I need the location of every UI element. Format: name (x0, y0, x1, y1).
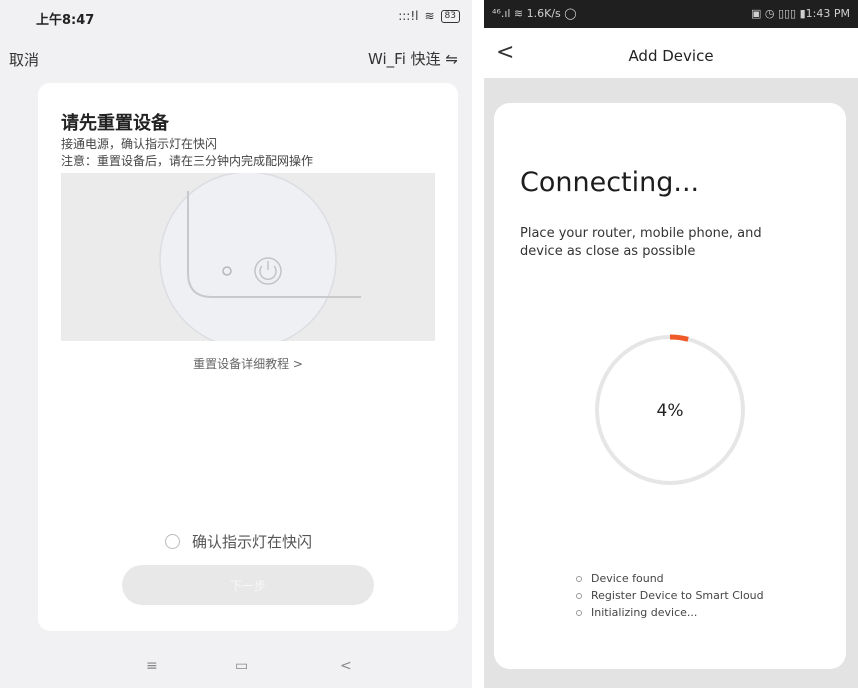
next-step-button[interactable]: 下一步 (122, 565, 374, 605)
page-title: Add Device (628, 47, 714, 65)
connecting-card: Connecting... Place your router, mobile … (494, 103, 846, 669)
confirm-indicator-checkbox[interactable]: 确认指示灯在快闪 (165, 531, 312, 552)
back-nav-icon[interactable]: < (340, 658, 352, 674)
bullet-icon (576, 592, 582, 599)
battery-icon: 83 (440, 9, 460, 23)
device-illustration (61, 173, 435, 341)
warning-line: 注意：重置设备后，请在三分钟内完成配网操作 (61, 154, 314, 168)
step-item: Device found (576, 570, 764, 587)
system-nav-bar: ≡ ▭ < (0, 648, 472, 688)
card-title: 请先重置设备 (61, 113, 169, 134)
connecting-title: Connecting... (520, 167, 700, 198)
step-label: Register Device to Smart Cloud (591, 589, 764, 602)
step-item: Initializing device... (576, 604, 764, 621)
cancel-button[interactable]: 取消 (9, 49, 39, 70)
hint-line: Place your router, mobile phone, and (520, 226, 762, 241)
menu-icon[interactable]: ≡ (146, 658, 158, 674)
status-bar: ⁴⁶.ıl ≋ 1.6K/s ◯ ▣ ◷ ▯▯▯ ▮1:43 PM (484, 0, 858, 28)
radio-icon[interactable] (165, 534, 180, 549)
status-icons: :::!l ≋ 83 (398, 9, 460, 23)
status-time: 上午8:47 (36, 13, 95, 28)
step-item: Register Device to Smart Cloud (576, 587, 764, 604)
bullet-icon (576, 575, 582, 582)
step-label: Initializing device... (591, 606, 698, 619)
instruction-line: 接通电源，确认指示灯在快闪 (61, 137, 218, 151)
reset-tutorial-link[interactable]: 重置设备详细教程 > (38, 355, 458, 372)
step-label: Device found (591, 572, 664, 585)
status-bar: 上午8:47 :::!l ≋ 83 (0, 0, 472, 38)
hint-line: device as close as possible (520, 244, 696, 259)
bullet-icon (576, 609, 582, 616)
left-screen: 上午8:47 :::!l ≋ 83 取消 Wi_Fi 快连 ⇋ 请先重置设备 接… (0, 0, 472, 688)
wifi-icon: ≋ (424, 9, 435, 23)
status-right: ▣ ◷ ▯▯▯ ▮1:43 PM (750, 7, 850, 20)
signal-icon: :::!l (398, 9, 419, 23)
wifi-quick-connect-button[interactable]: Wi_Fi 快连 ⇋ (368, 48, 458, 69)
app-bar: < Add Device (484, 28, 858, 78)
step-list: Device found Register Device to Smart Clo… (576, 570, 764, 621)
home-icon[interactable]: ▭ (235, 658, 248, 674)
confirm-label: 确认指示灯在快闪 (192, 533, 313, 551)
reset-card: 请先重置设备 接通电源，确认指示灯在快闪 注意：重置设备后，请在三分钟内完成配网… (38, 83, 458, 631)
right-screen: ⁴⁶.ıl ≋ 1.6K/s ◯ ▣ ◷ ▯▯▯ ▮1:43 PM < Add … (484, 0, 858, 688)
status-left: ⁴⁶.ıl ≋ 1.6K/s ◯ (492, 7, 577, 20)
progress-percent: 4% (656, 401, 684, 421)
